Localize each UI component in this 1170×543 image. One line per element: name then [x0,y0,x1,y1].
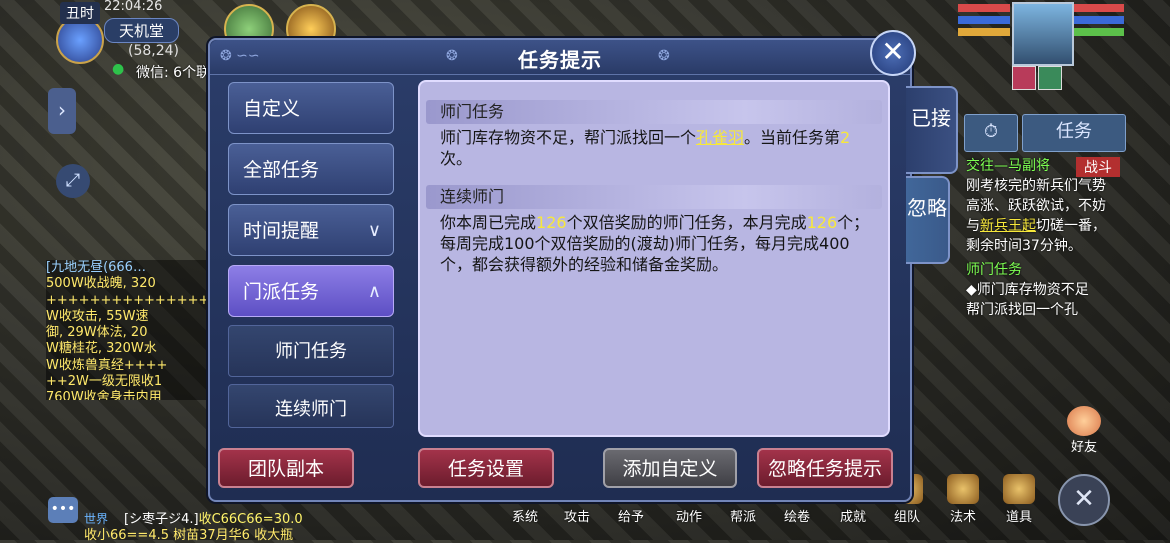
target-exp-bar [1074,28,1124,36]
chat-line: [九地无昼(666… [46,260,146,275]
chat-bubble-icon[interactable]: ••• [48,497,78,523]
clock-text: 22:04:26 [104,0,163,14]
chat-line: +++++++++++++++ [46,292,210,308]
chat-log-panel[interactable]: [九地无昼(666… 500W收战魄, 320 +++++++++++++++ … [46,260,214,400]
chevron-down-icon: ∨ [367,220,381,241]
coordinates-text: (58,24) [128,43,180,59]
quest-npc-link[interactable]: 新兵王起 [980,218,1036,234]
ignore-prompt-button[interactable]: 忽略任务提示 [757,448,893,488]
chevron-up-icon: ∧ [367,281,381,302]
dialog-titlebar: ❂ ∽∽ ❂ ❂ 任务提示 [210,40,910,75]
quest-description: 刚考核完的新兵们气势高涨、跃跃欲试，不妨与新兵王起切磋一番，剩余时间37分钟。 [966,178,1106,254]
tab-accepted[interactable]: 已接 [906,86,958,174]
menu-spell[interactable]: 法术 [942,474,984,525]
dialog-close-button[interactable]: ✕ [870,30,916,76]
sect-task-title: 师门任务 [966,262,1022,278]
character-portrait[interactable] [1012,2,1074,66]
task-count: 2 [840,128,851,147]
items-icon [1003,474,1035,504]
sect-task-line2: 帮门派找回一个孔 [966,302,1078,318]
subitem-continuous-master[interactable]: 连续师门 [228,384,394,428]
wechat-icon: ● [112,61,125,77]
item-link[interactable]: 孔雀羽 [696,128,744,147]
chat-line: 御, 29W体法, 20 [46,325,148,341]
quest-tracker-text[interactable]: 交往—马副将 刚考核完的新兵们气势高涨、跃跃欲试，不妨与新兵王起切磋一番，剩余时… [966,156,1116,320]
team-dungeon-button[interactable]: 团队副本 [218,448,354,488]
chat-line: ++2W一级无限收1 [46,374,163,390]
time-period-label: 丑时 [60,2,100,24]
collapse-arrow-button[interactable]: › [48,88,76,134]
task-button[interactable]: 任务 [1022,114,1126,152]
category-custom[interactable]: 自定义 [228,82,394,134]
sp-bar [958,28,1010,36]
world-chat-line[interactable]: 收小66==4.5 树苗37月华6 收大瓶 [84,524,293,543]
chat-line: W糖桂花, 320W水 [46,341,157,357]
quest-tracker-tabs: ⏱ 任务 [964,114,1126,152]
expand-icon[interactable]: ⤢ [56,164,90,198]
menu-items[interactable]: 道具 [998,474,1040,525]
task-settings-button[interactable]: 任务设置 [418,448,554,488]
hp-bar [958,4,1010,12]
section-body: 你本周已完成126个双倍奖励的师门任务，本月完成126个；每周完成100个双倍奖… [440,213,870,274]
friends-label: 好友 [1070,440,1097,455]
dialog-title: 任务提示 [518,48,602,72]
heart-icon[interactable] [1012,66,1036,90]
timer-button[interactable]: ⏱ [964,114,1018,152]
chat-line: 760W收舍身击内用 [46,390,162,400]
month-count: 126 [806,213,838,232]
chat-line: 500W收战魄, 320 [46,276,156,292]
friends-button[interactable]: 好友 [1064,406,1104,455]
target-hp-bar [1074,4,1124,12]
section-heading: 连续师门 [426,185,882,209]
section-heading: 师门任务 [426,100,882,124]
week-count: 126 [536,213,567,232]
tab-ignored[interactable]: 忽略 [906,176,950,264]
chat-line: W收攻击, 55W速 [46,308,149,324]
map-name-label[interactable]: 天机堂 [104,18,180,43]
subitem-master-task[interactable]: 师门任务 [228,325,394,377]
close-menu-button[interactable]: ✕ [1058,474,1110,526]
target-mp-bar [1074,16,1124,24]
spell-icon [947,474,979,504]
section-body: 师门库存物资不足，帮门派找回一个孔雀羽。当前任务第2次。 [440,128,851,168]
friends-icon [1067,406,1101,436]
add-custom-button[interactable]: 添加自定义 [603,448,737,488]
buff-icon[interactable] [1038,66,1062,90]
chat-line: W收炼兽真经++++ [46,357,168,373]
category-sect-tasks[interactable]: 门派任务 ∧ [228,265,394,317]
category-time-reminder[interactable]: 时间提醒 ∨ [228,204,394,256]
mp-bar [958,16,1010,24]
sect-task-line: ◆师门库存物资不足 [966,282,1089,298]
category-all-tasks[interactable]: 全部任务 [228,143,394,195]
quest-title: 交往—马副将 [966,158,1050,174]
